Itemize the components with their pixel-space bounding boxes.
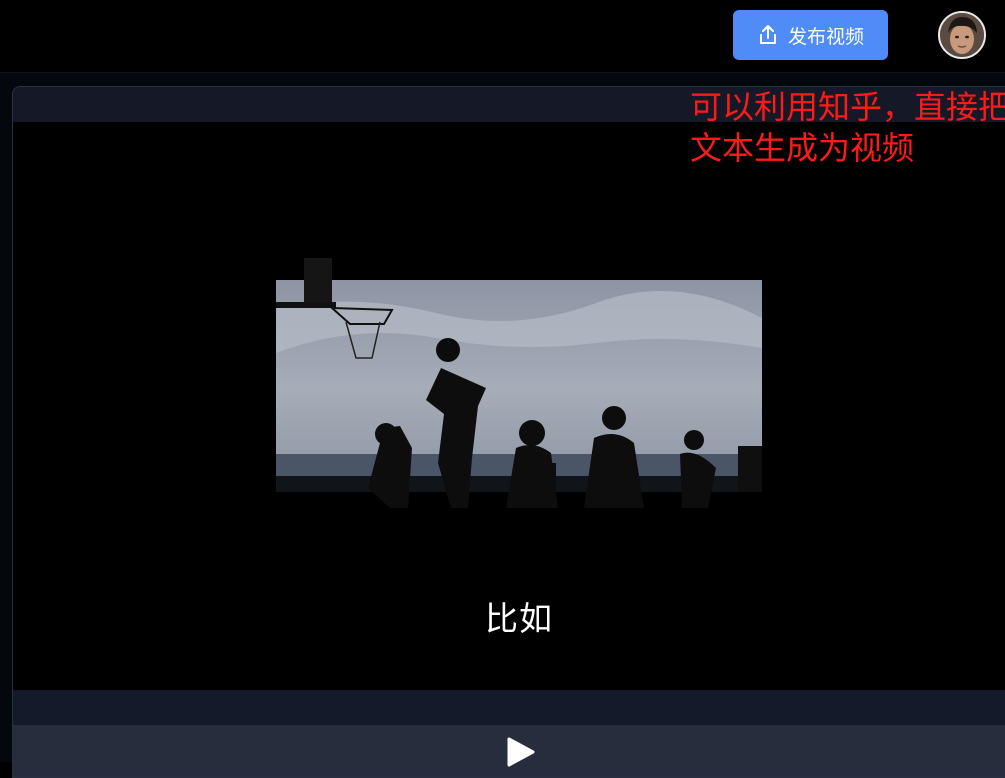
player-controls <box>13 725 1005 777</box>
annotation-line-2: 文本生成为视频 <box>690 129 915 167</box>
annotation-line-1: 可以利用知乎，直接把 <box>690 88 1005 126</box>
video-player[interactable]: 比如 <box>13 122 1005 690</box>
play-icon <box>507 737 535 767</box>
video-subtitle: 比如 <box>485 599 553 638</box>
play-button[interactable] <box>505 737 537 767</box>
top-bar: 发布视频 <box>0 0 1005 73</box>
publish-video-label: 发布视频 <box>787 25 864 48</box>
basketball-silhouette-image <box>276 258 762 544</box>
user-avatar[interactable] <box>938 11 986 59</box>
upload-share-icon <box>757 24 779 46</box>
video-progress-area[interactable] <box>13 690 1005 725</box>
publish-video-button[interactable]: 发布视频 <box>733 10 888 60</box>
annotation-note: 可以利用知乎，直接把 文本生成为视频 <box>690 87 1005 169</box>
video-card: 比如 <box>12 86 1005 778</box>
